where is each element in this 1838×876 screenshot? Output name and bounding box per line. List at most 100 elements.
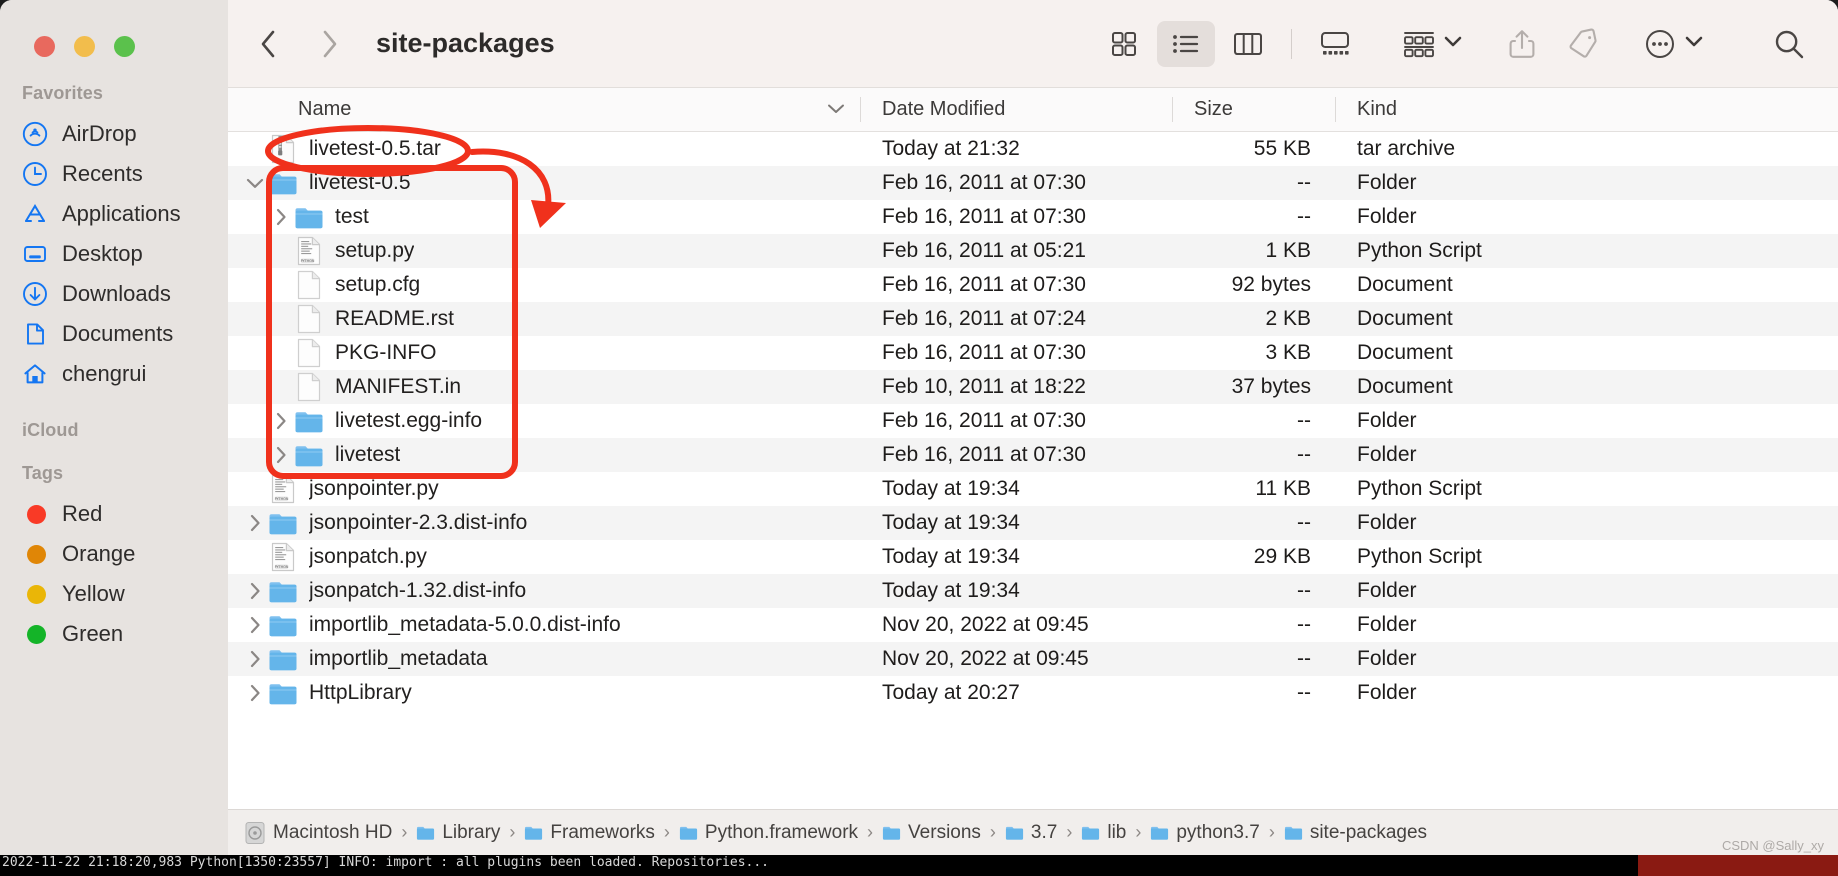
table-row[interactable]: HttpLibrary Today at 20:27 -- Folder [228,676,1838,710]
column-header-kind[interactable]: Kind [1335,88,1838,131]
sidebar-item-tag-yellow[interactable]: Yellow [0,574,228,614]
file-name-cell: test [228,204,860,230]
sidebar-item-label: AirDrop [62,121,137,146]
file-size-cell: -- [1297,205,1311,228]
file-date-cell: Feb 16, 2011 at 07:30 [882,409,1086,432]
sidebar-item-documents[interactable]: Documents [0,314,228,354]
table-row[interactable]: livetest-0.5 Feb 16, 2011 at 07:30 -- Folde… [228,166,1838,200]
breadcrumb-label: python3.7 [1176,821,1260,843]
disclosure-triangle-right-icon[interactable] [268,207,294,227]
table-row[interactable]: livetest-0.5.tar Today at 21:32 55 KB tar a… [228,132,1838,166]
table-row[interactable]: PKG-INFO Feb 16, 2011 at 07:30 3 KB Documen… [228,336,1838,370]
file-date-cell: Feb 16, 2011 at 07:30 [882,205,1086,228]
sidebar-item-airdrop[interactable]: AirDrop [0,114,228,154]
table-row[interactable]: jsonpointer-2.3.dist-info Today at 19:34 -… [228,506,1838,540]
sidebar-item-downloads[interactable]: Downloads [0,274,228,314]
breadcrumb-item[interactable]: Frameworks [524,822,655,844]
table-row[interactable]: jsonpatch-1.32.dist-info Today at 19:34 --… [228,574,1838,608]
breadcrumb-label: Versions [908,821,981,843]
airdrop-icon [22,121,48,147]
breadcrumb-item[interactable]: Macintosh HD [244,821,392,845]
table-row[interactable]: PYTHON setup.py Feb 16, 2011 at 05:21 1 KB P… [228,234,1838,268]
disclosure-triangle-right-icon[interactable] [242,615,268,635]
table-row[interactable]: test Feb 16, 2011 at 07:30 -- Folder [228,200,1838,234]
breadcrumb-item[interactable]: Library [416,822,500,844]
file-name-label: jsonpatch-1.32.dist-info [309,579,527,602]
file-size-cell: -- [1297,613,1311,636]
share-button[interactable] [1501,21,1543,67]
file-kind-cell: Document [1357,341,1453,364]
sidebar-item-tag-red[interactable]: Red [0,494,228,534]
file-kind-cell: Python Script [1357,239,1482,262]
table-row[interactable]: livetest Feb 16, 2011 at 07:30 -- Folder [228,438,1838,472]
disclosure-triangle-right-icon[interactable] [242,513,268,533]
table-row[interactable]: MANIFEST.in Feb 10, 2011 at 18:22 37 bytes… [228,370,1838,404]
breadcrumb-item[interactable]: python3.7 [1150,821,1260,844]
table-row[interactable]: importlib_metadata-5.0.0.dist-info Nov 20… [228,608,1838,642]
folder-icon [268,510,298,536]
breadcrumb-label: Python.framework [704,821,859,843]
sidebar-item-applications[interactable]: Applications [0,194,228,234]
disclosure-triangle-right-icon[interactable] [242,649,268,669]
file-name-label: jsonpointer-2.3.dist-info [309,511,528,534]
breadcrumb-item[interactable]: site-packages [1284,822,1427,844]
file-size-cell: 1 KB [1265,239,1311,262]
breadcrumb-label: site-packages [1309,821,1428,843]
column-header-name[interactable]: Name [228,88,860,131]
column-view-button[interactable] [1219,21,1277,67]
minimize-button[interactable] [74,36,95,57]
column-header-size[interactable]: Size [1172,88,1335,131]
list-view-button[interactable] [1157,20,1215,67]
tags-button[interactable] [1561,21,1605,67]
back-button[interactable] [246,22,290,66]
disclosure-triangle-right-icon[interactable] [242,581,268,601]
python-icon: PYTHON [294,236,324,266]
disclosure-triangle-right-icon[interactable] [242,683,268,703]
sidebar-item-recents[interactable]: Recents [0,154,228,194]
file-size-cell: -- [1297,681,1311,704]
table-row[interactable]: README.rst Feb 16, 2011 at 07:24 2 KB Docum… [228,302,1838,336]
column-header-date-modified[interactable]: Date Modified [860,88,1172,131]
forward-button[interactable] [308,22,352,66]
file-name-label: livetest [335,443,401,466]
close-button[interactable] [34,36,55,57]
breadcrumb-separator: › [867,822,874,842]
archive-icon [268,134,298,164]
zoom-button[interactable] [114,36,135,57]
table-row[interactable]: PYTHON jsonpatch.py Today at 19:34 29 KB Pyt… [228,540,1838,574]
breadcrumb-item[interactable]: 3.7 [1005,822,1057,844]
file-size-cell: 29 KB [1253,545,1311,568]
table-row[interactable]: setup.cfg Feb 16, 2011 at 07:30 92 bytes Do… [228,268,1838,302]
more-options-button[interactable] [1637,21,1710,67]
icon-view-button[interactable] [1095,21,1153,67]
sidebar-item-tag-green[interactable]: Green [0,614,228,654]
breadcrumb-item[interactable]: lib [1081,822,1126,844]
file-size-cell: 37 bytes [1231,375,1311,398]
breadcrumb-item[interactable]: Python.framework [679,822,858,844]
file-size-cell: -- [1297,443,1311,466]
table-row[interactable]: livetest.egg-info Feb 16, 2011 at 07:30 --… [228,404,1838,438]
disclosure-triangle-down-icon[interactable] [242,176,268,190]
disclosure-triangle-right-icon[interactable] [268,411,294,431]
disclosure-triangle-right-icon[interactable] [268,445,294,465]
table-row[interactable]: PYTHON jsonpointer.py Today at 19:34 11 KB P… [228,472,1838,506]
table-row[interactable]: importlib_metadata Nov 20, 2022 at 09:45 -… [228,642,1838,676]
file-name-cell: setup.cfg [228,270,860,300]
file-name-label: README.rst [335,307,455,330]
sidebar-item-desktop[interactable]: Desktop [0,234,228,274]
breadcrumb-item[interactable]: Versions [882,822,981,844]
file-size-cell: 3 KB [1265,341,1311,364]
folder-icon [268,680,298,706]
svg-text:PYTHON: PYTHON [301,259,315,263]
file-list[interactable]: livetest-0.5.tar Today at 21:32 55 KB tar a… [228,132,1838,809]
sidebar-item-chengrui[interactable]: chengrui [0,354,228,394]
group-by-button[interactable] [1396,21,1469,67]
file-name-label: test [335,205,369,228]
breadcrumb-separator: › [1135,822,1142,842]
file-kind-cell: Document [1357,273,1453,296]
gallery-view-button[interactable] [1306,21,1364,67]
sidebar-item-tag-orange[interactable]: Orange [0,534,228,574]
file-name-label: jsonpatch.py [309,545,427,568]
column-header-label: Name [298,98,352,120]
search-button[interactable] [1766,21,1812,67]
